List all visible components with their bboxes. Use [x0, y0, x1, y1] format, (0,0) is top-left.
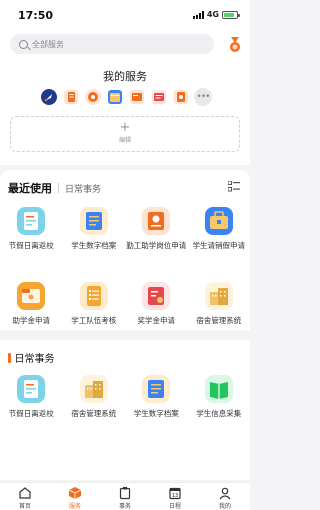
clipboard-icon: [119, 487, 131, 500]
daily-affairs-header: 日常事务: [8, 350, 55, 365]
app-label: 学生数字档案: [71, 241, 117, 250]
badge-icon: [142, 207, 171, 235]
edit-label: 编辑: [118, 137, 131, 144]
tab-daily[interactable]: 日常事务: [65, 182, 101, 195]
app-label: 节假日离返校: [8, 409, 54, 418]
app-label: 宿舍管理系统: [71, 409, 117, 418]
section-tabs: 最近使用 日常事务: [8, 180, 101, 196]
nav-affairs[interactable]: 事务: [100, 483, 150, 510]
nav-label: 首页: [18, 503, 31, 510]
nav-label: 事务: [118, 503, 131, 510]
tab-recent[interactable]: 最近使用: [8, 180, 52, 196]
nav-profile[interactable]: 我的: [200, 483, 250, 510]
list-grid-icon[interactable]: [228, 181, 240, 192]
more-icon[interactable]: •••: [194, 88, 212, 106]
nav-label: 我的: [218, 503, 231, 510]
nav-schedule[interactable]: 13 日程: [150, 483, 200, 510]
app-leave-request[interactable]: 学生请销假申请: [188, 206, 251, 281]
recent-section: 最近使用 日常事务 节假日离返校 学生数字档案 勤工助学岗位申请 学生请销假申请…: [0, 170, 250, 330]
app-label: 学工队伍考核: [71, 316, 117, 325]
book-icon: [204, 375, 233, 403]
award-icon: [142, 282, 171, 310]
svg-text:13: 13: [172, 493, 178, 499]
nav-label: 服务: [68, 503, 81, 510]
favorite-card[interactable]: [128, 88, 146, 106]
app-label: 宿舍管理系统: [196, 316, 242, 325]
nav-label: 日程: [168, 503, 181, 510]
network-label: 4G: [206, 10, 219, 19]
medal-icon[interactable]: [228, 37, 242, 53]
briefcase-icon: [204, 207, 233, 235]
bottom-navigation: 首页 服务 事务 13 日程 我的: [0, 482, 250, 510]
edit-services-button[interactable]: + 编辑: [10, 116, 240, 152]
daily-apps-grid: 节假日离返校 宿舍管理系统 学生数字档案 学生信息采集: [0, 374, 250, 449]
my-services-title: 我的服务: [103, 70, 147, 83]
building-icon: [79, 375, 108, 403]
building-icon: [204, 282, 233, 310]
app-student-info[interactable]: 学生信息采集: [188, 374, 251, 449]
app-leave-return[interactable]: 节假日离返校: [0, 206, 63, 281]
service-icon: [68, 487, 82, 499]
signal-icon: [192, 10, 204, 19]
status-time: 17:50: [18, 9, 54, 22]
calendar-icon: [108, 90, 122, 104]
app-student-archive[interactable]: 学生数字档案: [63, 206, 126, 281]
favorite-document[interactable]: [62, 88, 80, 106]
tab-divider: [58, 183, 59, 193]
nav-home[interactable]: 首页: [0, 483, 50, 510]
leave-form-icon: [17, 375, 46, 403]
archive-icon: [142, 375, 171, 403]
favorite-services: •••: [40, 88, 212, 106]
favorite-rocket[interactable]: [40, 88, 58, 106]
status-indicators: 4G: [192, 10, 240, 19]
favorite-clock[interactable]: [84, 88, 102, 106]
search-icon: [19, 39, 28, 49]
card-icon: [130, 90, 144, 104]
favorite-calendar[interactable]: [106, 88, 124, 106]
profile-icon: [219, 487, 231, 500]
favorite-file[interactable]: [172, 88, 190, 106]
app-label: 勤工助学岗位申请: [126, 241, 187, 250]
recent-apps-grid: 节假日离返校 学生数字档案 勤工助学岗位申请 学生请销假申请 助学金申请 学工队…: [0, 206, 250, 356]
daily-affairs-section: 日常事务 节假日离返校 宿舍管理系统 学生数字档案 学生信息采集: [0, 340, 250, 480]
rocket-icon: [41, 89, 57, 105]
nav-service[interactable]: 服务: [50, 483, 100, 510]
app-leave-return[interactable]: 节假日离返校: [0, 374, 63, 449]
app-label: 助学金申请: [12, 316, 51, 325]
app-work-study[interactable]: 勤工助学岗位申请: [125, 206, 188, 281]
archive-icon: [79, 207, 108, 235]
app-label: 学生信息采集: [196, 409, 242, 418]
app-student-archive[interactable]: 学生数字档案: [125, 374, 188, 449]
app-label: 节假日离返校: [8, 241, 54, 250]
daily-affairs-title: 日常事务: [14, 354, 55, 365]
section-marker: [8, 352, 11, 363]
document-icon: [64, 90, 78, 104]
search-placeholder: 全部服务: [32, 39, 64, 49]
app-label: 奖学金申请: [137, 316, 176, 325]
search-bar[interactable]: 全部服务: [10, 34, 214, 54]
checklist-icon: [79, 282, 108, 310]
image-icon: [152, 90, 166, 104]
app-label: 学生数字档案: [133, 409, 179, 418]
app-dorm-management[interactable]: 宿舍管理系统: [63, 374, 126, 449]
status-bar: 17:50 4G: [0, 0, 250, 30]
folder-icon: [17, 282, 46, 310]
home-icon: [19, 487, 31, 499]
battery-icon: [222, 10, 240, 19]
favorite-image[interactable]: [150, 88, 168, 106]
leave-form-icon: [17, 207, 46, 235]
calendar-icon: 13: [169, 487, 181, 500]
plus-icon: +: [119, 120, 131, 135]
app-label: 学生请销假申请: [192, 241, 246, 250]
top-section: 全部服务 我的服务 ••• + 编辑: [0, 30, 250, 165]
file-icon: [174, 90, 188, 104]
clock-icon: [85, 89, 101, 105]
